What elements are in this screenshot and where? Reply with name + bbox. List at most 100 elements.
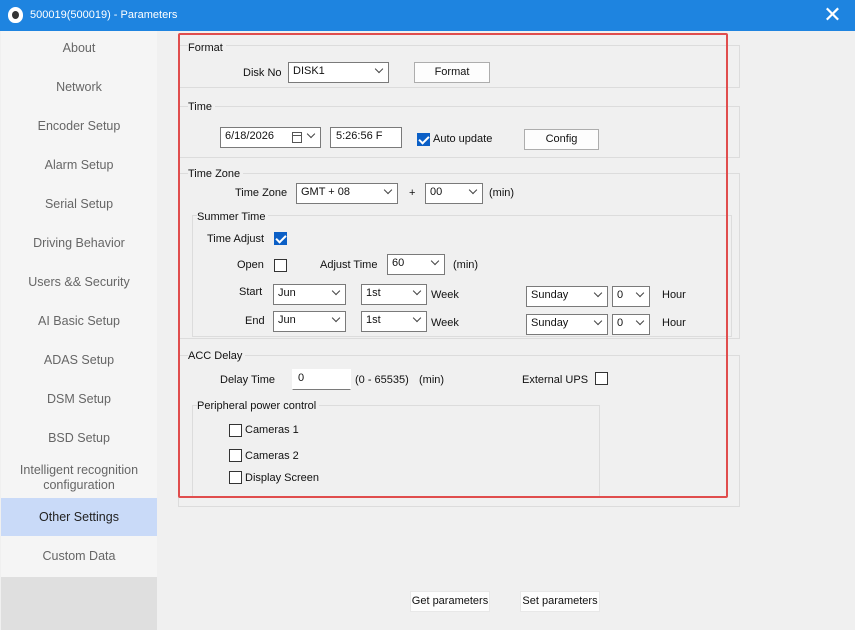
chevron-down-icon: [412, 313, 422, 323]
adjust-time-value: 60: [392, 257, 405, 269]
end-week-select[interactable]: 1st: [361, 311, 427, 332]
end-day-select[interactable]: Sunday: [526, 314, 608, 335]
start-month-select[interactable]: Jun: [273, 284, 346, 305]
start-week-value: 1st: [366, 287, 381, 299]
window-title: 500019(500019) - Parameters: [30, 9, 178, 21]
end-hour-label: Hour: [662, 317, 686, 329]
start-hour-select[interactable]: 0: [612, 286, 650, 307]
sidebar-item-bsd-setup[interactable]: BSD Setup: [1, 431, 157, 449]
sidebar-item-serial-setup[interactable]: Serial Setup: [1, 197, 157, 215]
chevron-down-icon: [374, 64, 384, 74]
close-button[interactable]: ✕: [810, 0, 855, 31]
time-zone-group-label: Time Zone: [188, 168, 244, 180]
chevron-down-icon: [468, 185, 478, 195]
chevron-down-icon: [593, 316, 603, 326]
sidebar-item-other-settings[interactable]: Other Settings: [1, 498, 157, 536]
peripheral-power-group-label: Peripheral power control: [197, 400, 320, 412]
chevron-down-icon: [430, 256, 440, 266]
time-group-label: Time: [188, 101, 216, 113]
disk-no-label: Disk No: [243, 67, 282, 79]
time-zone-select[interactable]: GMT + 08: [296, 183, 398, 204]
delay-time-input[interactable]: 0: [292, 369, 351, 390]
auto-update-label: Auto update: [433, 133, 493, 145]
start-week-label: Week: [431, 289, 459, 301]
cameras-2-label: Cameras 2: [245, 450, 299, 462]
chevron-down-icon: [412, 286, 422, 296]
sidebar-item-driving-behavior[interactable]: Driving Behavior: [1, 236, 157, 254]
chevron-down-icon: [331, 286, 341, 296]
cameras-2-checkbox[interactable]: [229, 449, 242, 462]
time-zone-min-unit: (min): [489, 187, 515, 199]
summer-time-group-label: Summer Time: [197, 211, 269, 223]
open-checkbox[interactable]: [274, 259, 287, 272]
time-input[interactable]: 5:26:56 F: [330, 127, 402, 148]
time-zone-minutes-select[interactable]: 00: [425, 183, 483, 204]
sidebar-item-encoder-setup[interactable]: Encoder Setup: [1, 119, 157, 137]
disk-no-select[interactable]: DISK1: [288, 62, 389, 83]
adjust-time-label: Adjust Time: [320, 259, 378, 271]
title-bar: 500019(500019) - Parameters ✕: [0, 0, 855, 31]
chevron-down-icon: [306, 129, 316, 139]
open-label: Open: [237, 259, 264, 271]
get-parameters-button[interactable]: Get parameters: [410, 591, 490, 612]
display-screen-label: Display Screen: [245, 472, 319, 484]
end-month-value: Jun: [278, 314, 296, 326]
app-logo-icon: [8, 7, 23, 23]
time-adjust-label: Time Adjust: [207, 233, 265, 245]
chevron-down-icon: [635, 288, 645, 298]
acc-delay-group-label: ACC Delay: [188, 350, 246, 362]
display-screen-checkbox[interactable]: [229, 471, 242, 484]
adjust-time-select[interactable]: 60: [387, 254, 445, 275]
sidebar-item-dsm-setup[interactable]: DSM Setup: [1, 392, 157, 410]
sidebar-item-network[interactable]: Network: [1, 80, 157, 98]
date-picker[interactable]: 6/18/2026: [220, 127, 321, 148]
external-ups-label: External UPS: [522, 374, 589, 386]
external-ups-checkbox[interactable]: [595, 372, 608, 385]
sidebar: About Network Encoder Setup Alarm Setup …: [1, 31, 157, 630]
start-week-select[interactable]: 1st: [361, 284, 427, 305]
auto-update-checkbox[interactable]: [417, 133, 430, 146]
chevron-down-icon: [593, 288, 603, 298]
cameras-1-checkbox[interactable]: [229, 424, 242, 437]
cameras-1-label: Cameras 1: [245, 424, 299, 436]
chevron-down-icon: [331, 313, 341, 323]
sidebar-item-about[interactable]: About: [1, 41, 157, 59]
sidebar-item-alarm-setup[interactable]: Alarm Setup: [1, 158, 157, 176]
time-adjust-checkbox[interactable]: [274, 232, 287, 245]
end-week-label: Week: [431, 317, 459, 329]
plus-sign: +: [409, 187, 416, 199]
end-week-value: 1st: [366, 314, 381, 326]
delay-time-label: Delay Time: [220, 374, 276, 386]
end-hour-select[interactable]: 0: [612, 314, 650, 335]
calendar-icon: [292, 132, 302, 143]
delay-time-range: (0 - 65535): [355, 374, 409, 386]
start-hour-label: Hour: [662, 289, 686, 301]
chevron-down-icon: [383, 185, 393, 195]
set-parameters-button[interactable]: Set parameters: [520, 591, 600, 612]
sidebar-item-custom-data[interactable]: Custom Data: [1, 549, 157, 567]
end-month-select[interactable]: Jun: [273, 311, 346, 332]
sidebar-item-intelligent-recognition[interactable]: Intelligent recognition configuration: [1, 463, 157, 495]
format-button[interactable]: Format: [414, 62, 490, 83]
sidebar-item-adas-setup[interactable]: ADAS Setup: [1, 353, 157, 371]
sidebar-item-ai-basic-setup[interactable]: AI Basic Setup: [1, 314, 157, 332]
disk-no-value: DISK1: [293, 65, 325, 77]
start-month-value: Jun: [278, 287, 296, 299]
sidebar-item-users-security[interactable]: Users && Security: [1, 275, 157, 293]
format-group-label: Format: [188, 42, 226, 54]
date-value: 6/18/2026: [225, 130, 274, 142]
start-day-value: Sunday: [531, 289, 569, 301]
config-button[interactable]: Config: [524, 129, 599, 150]
start-day-select[interactable]: Sunday: [526, 286, 608, 307]
sidebar-footer: [1, 577, 157, 630]
end-hour-value: 0: [617, 317, 624, 329]
time-zone-label: Time Zone: [235, 187, 288, 199]
end-label: End: [245, 315, 265, 327]
start-label: Start: [239, 286, 263, 298]
adjust-time-unit: (min): [453, 259, 479, 271]
delay-time-unit: (min): [419, 374, 445, 386]
chevron-down-icon: [635, 316, 645, 326]
start-hour-value: 0: [617, 289, 624, 301]
time-zone-minutes-value: 00: [430, 186, 443, 198]
time-zone-value: GMT + 08: [301, 186, 351, 198]
